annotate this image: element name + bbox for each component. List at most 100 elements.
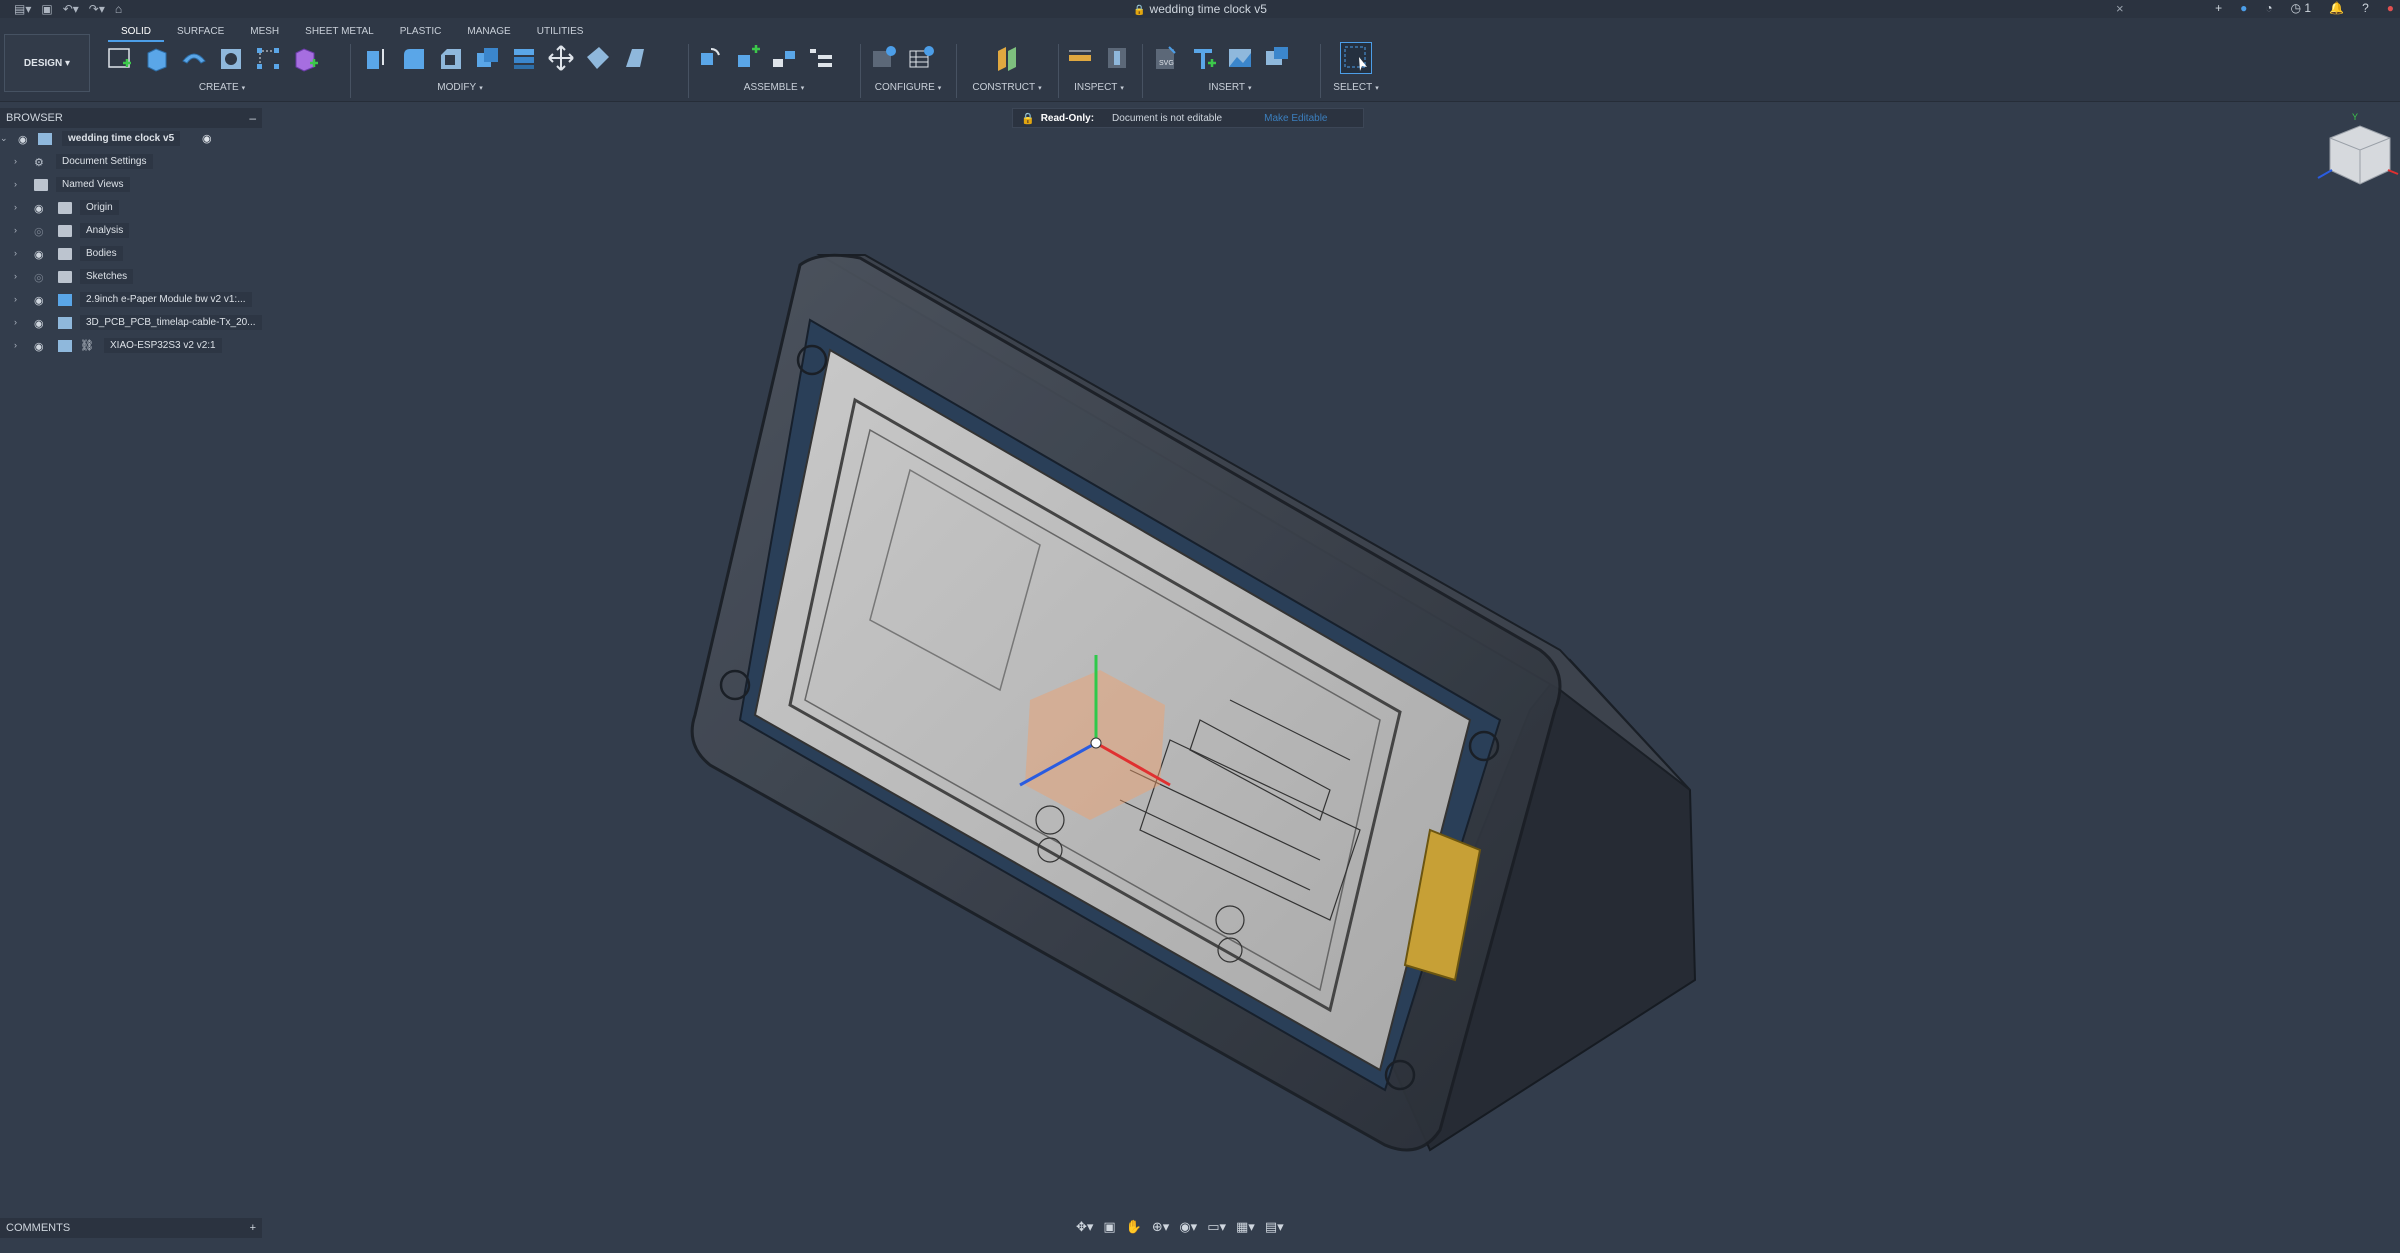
workspace-switcher[interactable]: DESIGN ▾ [4,34,90,92]
assembly-icon [38,133,52,145]
display-settings-icon[interactable]: ▭▾ [1207,1219,1226,1235]
tab-utilities[interactable]: UTILITIES [524,24,597,42]
zoom-icon[interactable]: ⊕▾ [1152,1219,1169,1235]
pattern-icon[interactable] [252,42,284,74]
hole-icon[interactable] [215,42,247,74]
chevron-right-icon[interactable]: › [14,156,17,166]
press-pull-icon[interactable] [360,42,392,74]
configuration-table-icon[interactable] [905,42,937,74]
eye-icon[interactable]: ◉ [34,340,44,353]
tree-item-xiao[interactable]: › ◉ ⛓ XIAO-ESP32S3 v2 v2:1 [0,335,262,358]
lock-icon: 🔒 [1133,5,1146,16]
extrude-icon[interactable] [141,42,173,74]
construct-menu[interactable]: CONSTRUCT ▾ [962,82,1052,93]
fit-icon[interactable]: ◉▾ [1179,1219,1197,1235]
configure-icon[interactable] [868,42,900,74]
chevron-right-icon[interactable]: › [14,202,17,212]
chevron-right-icon[interactable]: › [14,248,17,258]
fillet-icon[interactable] [397,42,429,74]
measure-icon[interactable] [1064,42,1096,74]
joint-icon[interactable] [731,42,763,74]
tree-item-origin[interactable]: › ◉ Origin [0,197,262,220]
select-icon[interactable] [1340,42,1372,74]
create-menu[interactable]: CREATE ▾ [104,82,340,93]
insert-svg-icon[interactable]: SVG [1150,42,1182,74]
job-status-icon[interactable]: ◔ [2265,1,2272,15]
bell-icon[interactable]: 🔔 [2329,1,2344,15]
eye-icon[interactable]: ◉ [18,133,28,146]
close-tab-icon[interactable]: × [2116,1,2124,16]
eye-icon[interactable]: ◉ [34,294,44,307]
inspect-menu[interactable]: INSPECT ▾ [1064,82,1134,93]
tab-manage[interactable]: MANAGE [454,24,523,42]
grid-icon[interactable]: ▦▾ [1236,1219,1255,1235]
chevron-right-icon[interactable]: › [14,294,17,304]
comments-panel[interactable]: COMMENTS + [0,1218,262,1238]
tab-solid[interactable]: SOLID [108,24,165,42]
insert-mcmaster-icon[interactable] [1187,42,1219,74]
tree-item-sketches[interactable]: › ◎ Sketches [0,266,262,289]
chevron-right-icon[interactable]: › [14,225,17,235]
as-built-joint-icon[interactable] [768,42,800,74]
avatar[interactable]: ● [2387,1,2394,15]
shell-icon[interactable] [471,42,503,74]
extensions-icon[interactable]: ● [2240,1,2247,15]
assemble-menu[interactable]: ASSEMBLE ▾ [694,82,854,93]
configure-menu[interactable]: CONFIGURE ▾ [868,82,948,93]
chevron-right-icon[interactable]: › [14,317,17,327]
chevron-right-icon[interactable]: › [14,340,17,350]
split-face-icon[interactable] [582,42,614,74]
make-editable-link[interactable]: Make Editable [1264,113,1327,124]
tree-root[interactable]: ⌄ ◉ wedding time clock v5 ◉ [0,128,262,151]
chevron-right-icon[interactable]: › [14,179,17,189]
folder-icon [58,225,72,237]
tree-item-document-settings[interactable]: › ⚙ Document Settings [0,151,262,174]
tree-item-pcb[interactable]: › ◉ 3D_PCB_PCB_timelap-cable-Tx_20... [0,312,262,335]
eye-icon[interactable]: ◉ [34,317,44,330]
eye-hidden-icon[interactable]: ◎ [34,225,44,238]
eye-icon[interactable]: ◉ [34,202,44,215]
tree-item-named-views[interactable]: › Named Views [0,174,262,197]
add-comment-icon[interactable]: + [250,1222,256,1234]
collapse-icon[interactable]: – [249,111,256,125]
revolve-icon[interactable] [178,42,210,74]
look-at-icon[interactable]: ▣ [1103,1219,1115,1235]
move-copy-icon[interactable] [545,42,577,74]
history-icon[interactable]: ◷ 1 [2291,1,2312,15]
decal-icon[interactable] [1261,42,1293,74]
help-icon[interactable]: ? [2362,1,2369,15]
chevron-down-icon[interactable]: ⌄ [0,133,8,144]
offset-plane-icon[interactable] [991,42,1023,74]
insert-menu[interactable]: INSERT ▾ [1150,82,1310,93]
new-tab-icon[interactable]: + [2215,1,2222,15]
3d-viewport[interactable] [0,0,2400,1253]
chamfer-icon[interactable] [434,42,466,74]
pan-icon[interactable]: ✋ [1126,1219,1142,1235]
select-menu[interactable]: SELECT ▾ [1326,82,1386,93]
tree-item-analysis[interactable]: › ◎ Analysis [0,220,262,243]
chevron-right-icon[interactable]: › [14,271,17,281]
activate-radio-icon[interactable]: ◉ [202,132,212,145]
orbit-icon[interactable]: ✥▾ [1076,1219,1093,1235]
create-sketch-icon[interactable] [104,42,136,74]
joint-origin-icon[interactable] [805,42,837,74]
tree-item-bodies[interactable]: › ◉ Bodies [0,243,262,266]
tab-plastic[interactable]: PLASTIC [387,24,455,42]
modify-menu[interactable]: MODIFY ▾ [360,82,560,93]
modify-group: MODIFY ▾ [360,42,670,98]
viewports-icon[interactable]: ▤▾ [1265,1219,1284,1235]
canvas-icon[interactable] [1224,42,1256,74]
create-form-icon[interactable] [289,42,321,74]
folder-icon [58,248,72,260]
draft-icon[interactable] [619,42,651,74]
tab-surface[interactable]: SURFACE [164,24,237,42]
eye-icon[interactable]: ◉ [34,248,44,261]
tab-mesh[interactable]: MESH [237,24,292,42]
new-component-icon[interactable] [694,42,726,74]
view-cube[interactable]: Y [2290,108,2400,208]
combine-icon[interactable] [508,42,540,74]
section-analysis-icon[interactable] [1101,42,1133,74]
tree-item-epaper-module[interactable]: › ◉ 2.9inch e-Paper Module bw v2 v1:... [0,289,262,312]
eye-hidden-icon[interactable]: ◎ [34,271,44,284]
tab-sheet-metal[interactable]: SHEET METAL [292,24,387,42]
